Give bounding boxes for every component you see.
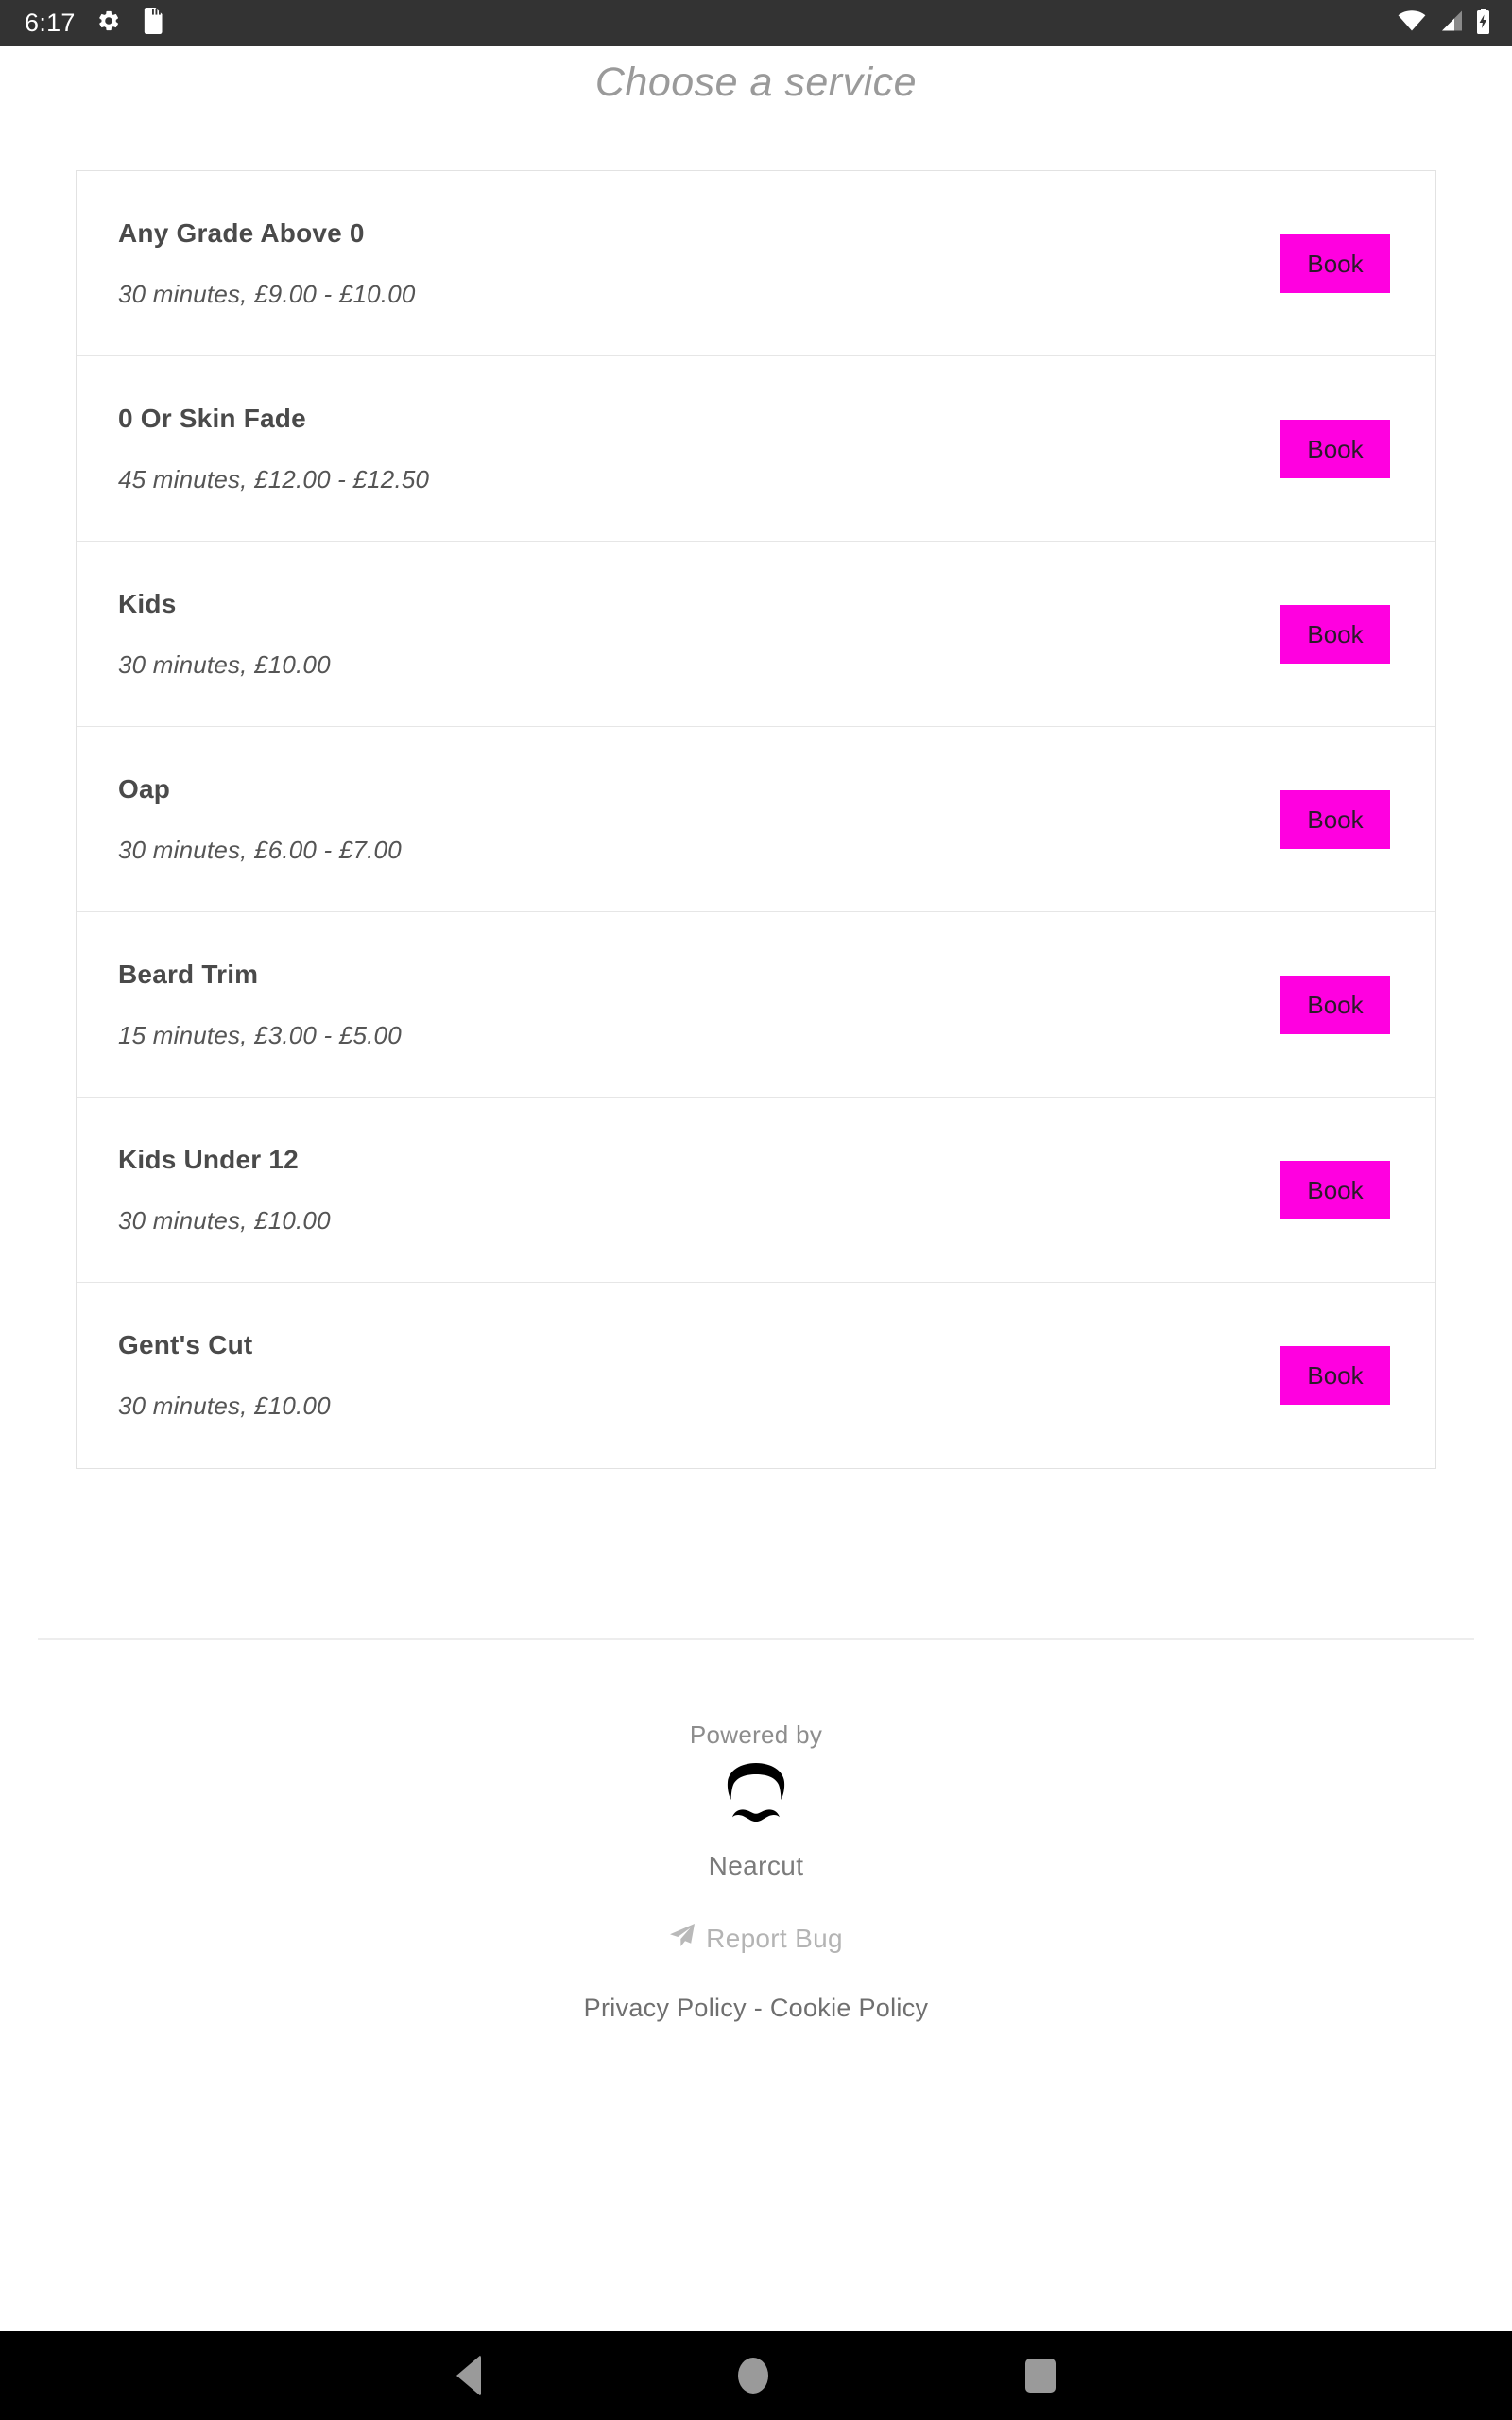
service-row[interactable]: Beard Trim 15 minutes, £3.00 - £5.00 Boo… — [77, 912, 1435, 1098]
home-button[interactable] — [738, 2358, 768, 2394]
back-button[interactable] — [456, 2355, 481, 2396]
service-name: Kids Under 12 — [118, 1144, 299, 1174]
service-name: 0 Or Skin Fade — [118, 403, 306, 433]
service-info: Kids Under 12 30 minutes, £10.00 — [118, 1145, 1280, 1236]
service-row[interactable]: Oap 30 minutes, £6.00 - £7.00 Book — [77, 727, 1435, 912]
service-row[interactable]: Gent's Cut 30 minutes, £10.00 Book — [77, 1283, 1435, 1468]
paper-plane-icon — [669, 1923, 696, 1954]
report-bug-label: Report Bug — [706, 1923, 843, 1953]
service-list-card: Any Grade Above 0 30 minutes, £9.00 - £1… — [76, 170, 1436, 1469]
service-row[interactable]: Any Grade Above 0 30 minutes, £9.00 - £1… — [77, 171, 1435, 356]
android-nav-bar — [0, 2331, 1512, 2420]
service-name: Gent's Cut — [118, 1330, 253, 1359]
status-bar-left: 6:17 — [25, 8, 163, 39]
service-meta: 30 minutes, £10.00 — [118, 649, 331, 679]
service-name: Kids — [118, 588, 177, 618]
app-screen: 6:17 Choose a service Any Grade Above 0 … — [0, 0, 1512, 2420]
status-bar-right — [1398, 8, 1491, 39]
cookie-policy-link[interactable]: Cookie Policy — [770, 1994, 928, 2022]
privacy-policy-link[interactable]: Privacy Policy — [584, 1994, 747, 2022]
book-button[interactable]: Book — [1280, 233, 1390, 293]
service-meta: 30 minutes, £10.00 — [118, 1205, 331, 1235]
service-meta: 45 minutes, £12.00 - £12.50 — [118, 464, 430, 493]
service-info: 0 Or Skin Fade 45 minutes, £12.00 - £12.… — [118, 404, 1280, 494]
footer: Powered by Nearcut Report Bug Privacy Po… — [0, 1720, 1512, 2023]
cellular-signal-icon — [1438, 9, 1463, 37]
page-title: Choose a service — [594, 60, 918, 105]
service-info: Any Grade Above 0 30 minutes, £9.00 - £1… — [118, 218, 1280, 309]
service-row[interactable]: Kids 30 minutes, £10.00 Book — [77, 542, 1435, 727]
brand-name: Nearcut — [708, 1851, 804, 1880]
footer-divider — [38, 1638, 1474, 1640]
status-bar-clock: 6:17 — [25, 9, 76, 37]
policy-separator: - — [753, 1994, 764, 2022]
gear-icon — [96, 9, 121, 38]
book-button[interactable]: Book — [1280, 1160, 1390, 1219]
service-name: Oap — [118, 773, 171, 804]
service-name: Any Grade Above 0 — [118, 217, 365, 248]
service-name: Beard Trim — [118, 959, 259, 989]
service-row[interactable]: Kids Under 12 30 minutes, £10.00 Book — [77, 1098, 1435, 1283]
wifi-icon — [1398, 9, 1426, 37]
service-info: Oap 30 minutes, £6.00 - £7.00 — [118, 774, 1280, 865]
book-button[interactable]: Book — [1280, 975, 1390, 1034]
sd-card-icon — [142, 8, 163, 39]
brand-logo: Nearcut — [0, 1759, 1512, 1881]
recents-button[interactable] — [1025, 2359, 1056, 2393]
service-meta: 30 minutes, £6.00 - £7.00 — [118, 835, 402, 864]
service-meta: 30 minutes, £9.00 - £10.00 — [118, 279, 416, 308]
service-info: Kids 30 minutes, £10.00 — [118, 589, 1280, 680]
service-meta: 30 minutes, £10.00 — [118, 1392, 331, 1420]
mustache-hair-logo-icon — [722, 1759, 790, 1847]
book-button[interactable]: Book — [1280, 789, 1390, 849]
battery-charging-icon — [1475, 8, 1491, 39]
service-meta: 15 minutes, £3.00 - £5.00 — [118, 1020, 402, 1049]
powered-by-label: Powered by — [689, 1720, 823, 1749]
report-bug-link[interactable]: Report Bug — [669, 1923, 843, 1954]
book-button[interactable]: Book — [1280, 419, 1390, 478]
service-row[interactable]: 0 Or Skin Fade 45 minutes, £12.00 - £12.… — [77, 356, 1435, 542]
book-button[interactable]: Book — [1280, 1346, 1390, 1405]
service-info: Gent's Cut 30 minutes, £10.00 — [118, 1330, 1280, 1421]
service-info: Beard Trim 15 minutes, £3.00 - £5.00 — [118, 959, 1280, 1050]
status-bar: 6:17 — [0, 0, 1512, 46]
book-button[interactable]: Book — [1280, 604, 1390, 664]
policy-links: Privacy Policy - Cookie Policy — [0, 1994, 1512, 2023]
